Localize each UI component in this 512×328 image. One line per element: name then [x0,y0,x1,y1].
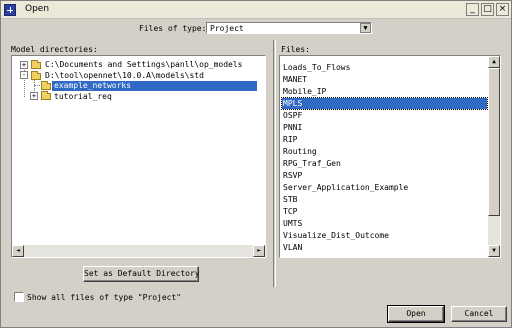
scroll-left-icon[interactable]: ◄ [12,245,24,257]
list-item[interactable]: OSPF [282,110,487,121]
show-all-checkbox[interactable] [14,292,24,302]
minimize-button[interactable]: _ [466,3,479,16]
files-of-type-label: Files of type: [139,24,207,33]
folder-open-icon [31,71,41,80]
files-vertical-scrollbar[interactable]: ▲ ▼ [488,56,500,257]
title-bar[interactable]: Open _ □ × [1,1,511,19]
panel-splitter[interactable] [273,40,276,287]
scrollbar-thumb[interactable] [488,68,500,216]
window-title: Open [25,4,50,14]
set-default-directory-button[interactable]: Set as Default Directory [83,266,200,282]
list-item[interactable]: VLAN [282,242,487,253]
list-item[interactable]: Loads_To_Flows [282,62,487,73]
tree-horizontal-scrollbar[interactable]: ◄ ► [12,245,267,257]
chevron-down-icon[interactable]: ▼ [360,23,371,33]
model-directories-label: Model directories: [11,45,98,54]
list-item[interactable]: RIP [282,134,487,145]
expand-icon[interactable]: + [30,92,38,100]
tree-item-example-networks[interactable]: example_networks [54,80,131,91]
scroll-down-icon[interactable]: ▼ [488,245,500,257]
files-of-type-value: Project [210,24,244,33]
maximize-button[interactable]: □ [481,3,494,16]
folder-icon [31,60,41,69]
list-item[interactable]: RPG_Traf_Gen [282,158,487,169]
list-item-selected[interactable]: MPLS [281,97,488,110]
list-item[interactable]: Routing [282,146,487,157]
tree-connector [24,65,25,97]
files-list[interactable]: Loads_To_Flows MANET Mobile_IP MPLS OSPF… [279,55,501,258]
expand-icon[interactable]: + [20,61,28,69]
list-item[interactable]: UMTS [282,218,487,229]
scroll-right-icon[interactable]: ► [253,245,265,257]
folder-icon [41,91,51,100]
list-item[interactable]: PNNI [282,122,487,133]
scroll-up-icon[interactable]: ▲ [488,56,500,68]
list-item[interactable]: Mobile_IP [282,86,487,97]
tree-item-op-models[interactable]: C:\Documents and Settings\panll\op_model… [45,59,242,70]
list-item[interactable]: STB [282,194,487,205]
directory-tree[interactable]: + C:\Documents and Settings\panll\op_mod… [11,55,267,258]
list-item[interactable]: TCP [282,206,487,217]
close-button[interactable]: × [496,3,509,16]
files-of-type-select[interactable]: Project ▼ [206,22,372,34]
tree-connector [34,85,40,86]
files-label: Files: [281,45,310,54]
list-item[interactable]: Server_Application_Example [282,182,487,193]
list-item[interactable]: RSVP [282,170,487,181]
collapse-icon[interactable]: - [20,71,28,79]
folder-icon [41,81,51,90]
list-item[interactable]: MANET [282,74,487,85]
open-button[interactable]: Open [387,305,445,323]
show-all-label[interactable]: Show all files of type "Project" [27,293,181,302]
tree-item-tutorial-req[interactable]: tutorial_req [54,91,112,102]
app-icon [4,4,16,16]
cancel-button[interactable]: Cancel [451,306,507,322]
list-item[interactable]: Visualize_Dist_Outcome [282,230,487,241]
open-dialog: Open _ □ × Files of type: Project ▼ Mode… [0,0,512,328]
